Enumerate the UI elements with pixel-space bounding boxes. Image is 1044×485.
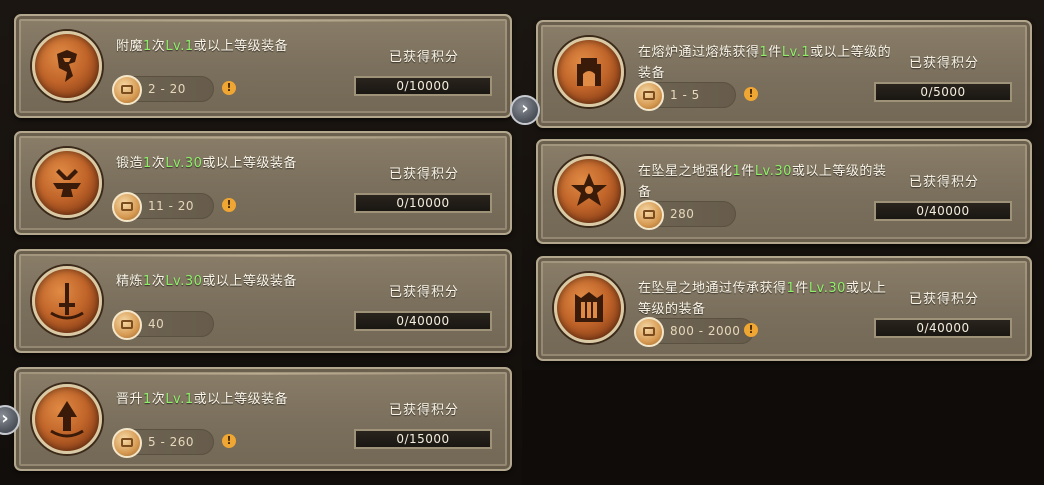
reward-range: 11 - 20 <box>112 192 214 222</box>
sword-refine-icon <box>32 266 102 336</box>
point-coin-icon <box>634 317 664 347</box>
task-title: 在坠星之地通过传承获得1件Lv.30或以上等级的装备 <box>638 281 887 317</box>
info-icon[interactable]: ! <box>222 434 236 448</box>
points-progress: 0/40000 <box>874 318 1012 338</box>
anvil-hammer-icon <box>32 148 102 218</box>
task-card-forge: 锻造1次Lv.30或以上等级装备 11 - 20 ! 已获得积分 0/10000 <box>14 131 512 235</box>
reward-range: 1 - 5 <box>634 81 736 111</box>
info-icon[interactable]: ! <box>744 87 758 101</box>
gate-inherit-icon <box>554 273 624 343</box>
points-progress: 0/10000 <box>354 76 492 96</box>
point-coin-icon <box>112 75 142 105</box>
arrow-promote-icon <box>32 384 102 454</box>
info-icon[interactable]: ! <box>744 323 758 337</box>
points-progress: 0/5000 <box>874 82 1012 102</box>
earned-points-label: 已获得积分 <box>388 50 459 65</box>
reward-range: 2 - 20 <box>112 75 214 105</box>
earned-points-label: 已获得积分 <box>388 285 459 300</box>
points-progress: 0/15000 <box>354 429 492 449</box>
info-icon[interactable]: ! <box>222 198 236 212</box>
task-title: 精炼1次Lv.30或以上等级装备 <box>116 274 297 289</box>
reward-range: 5 - 260 <box>112 428 214 458</box>
point-coin-icon <box>634 81 664 111</box>
task-title: 在熔炉通过熔炼获得1件Lv.1或以上等级的装备 <box>638 45 892 81</box>
task-card-enchant: 附魔1次Lv.1或以上等级装备 2 - 20 ! 已获得积分 0/10000 <box>14 14 512 118</box>
enchant-rune-icon <box>32 31 102 101</box>
earned-points-label: 已获得积分 <box>388 403 459 418</box>
reward-range: 40 <box>112 310 214 340</box>
earned-points-label: 已获得积分 <box>908 56 979 71</box>
point-coin-icon <box>112 428 142 458</box>
earned-points-label: 已获得积分 <box>908 292 979 307</box>
earned-points-label: 已获得积分 <box>388 167 459 182</box>
task-title: 附魔1次Lv.1或以上等级装备 <box>116 39 289 54</box>
points-progress: 0/40000 <box>354 311 492 331</box>
task-title: 在坠星之地强化1件Lv.30或以上等级的装备 <box>638 164 887 200</box>
point-coin-icon <box>634 200 664 230</box>
points-progress: 0/40000 <box>874 201 1012 221</box>
reward-range: 800 - 2000 <box>634 317 754 347</box>
task-card-smelt: 在熔炉通过熔炼获得1件Lv.1或以上等级的装备 1 - 5 ! 已获得积分 0/… <box>536 20 1032 128</box>
task-card-promote: 晋升1次Lv.1或以上等级装备 5 - 260 ! 已获得积分 0/15000 <box>14 367 512 471</box>
task-title: 锻造1次Lv.30或以上等级装备 <box>116 156 297 171</box>
star-emblem-icon <box>554 156 624 226</box>
next-page-arrow-icon[interactable]: › <box>510 95 540 125</box>
task-title: 晋升1次Lv.1或以上等级装备 <box>116 392 289 407</box>
task-card-star-inherit: 在坠星之地通过传承获得1件Lv.30或以上等级的装备 800 - 2000 ! … <box>536 256 1032 361</box>
point-coin-icon <box>112 310 142 340</box>
point-coin-icon <box>112 192 142 222</box>
task-card-refine: 精炼1次Lv.30或以上等级装备 40 已获得积分 0/40000 <box>14 249 512 353</box>
info-icon[interactable]: ! <box>222 81 236 95</box>
furnace-icon <box>554 37 624 107</box>
earned-points-label: 已获得积分 <box>908 175 979 190</box>
points-progress: 0/10000 <box>354 193 492 213</box>
reward-range: 280 <box>634 200 736 230</box>
task-card-star-strengthen: 在坠星之地强化1件Lv.30或以上等级的装备 280 已获得积分 0/40000 <box>536 139 1032 244</box>
